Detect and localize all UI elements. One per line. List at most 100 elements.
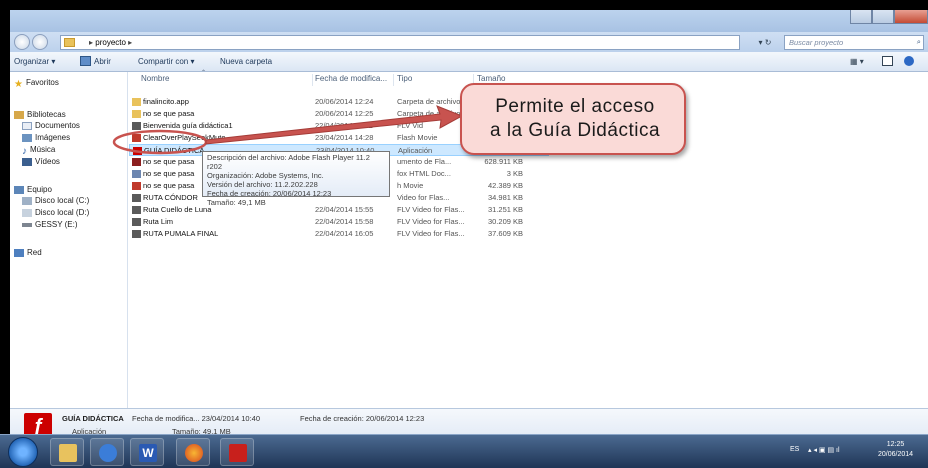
folder-icon bbox=[59, 444, 77, 462]
file-name: Bienvenida guía didáctica1 bbox=[143, 121, 233, 130]
taskbar-media[interactable] bbox=[90, 438, 124, 466]
column-size[interactable]: Tamaño bbox=[477, 74, 505, 83]
taskbar-word[interactable]: W bbox=[130, 438, 164, 466]
help-icon[interactable] bbox=[904, 56, 914, 66]
file-date: 20/06/2014 12:24 bbox=[315, 97, 374, 106]
file-date: 22/04/2014 11:12 bbox=[315, 121, 373, 130]
file-name: GUÍA DIDÁCTICA bbox=[144, 146, 205, 155]
file-size: 34.981 KB bbox=[487, 193, 523, 202]
address-row: ▸ proyecto ▸ ▾ ↻ Buscar proyecto ⌕ bbox=[10, 32, 928, 52]
open-button[interactable]: Abrir bbox=[94, 57, 111, 66]
nav-images[interactable]: Imágenes bbox=[22, 133, 70, 142]
file-type: Aplicación bbox=[398, 146, 433, 155]
file-size: 37.609 KB bbox=[487, 229, 523, 238]
nav-libraries[interactable]: Bibliotecas bbox=[14, 110, 66, 119]
nav-gessy[interactable]: GESSY (E:) bbox=[22, 220, 78, 229]
videos-icon bbox=[22, 157, 32, 166]
drive-icon bbox=[22, 196, 32, 205]
nav-label: Imágenes bbox=[35, 133, 71, 142]
file-type: fox HTML Doc... bbox=[397, 169, 451, 178]
nav-documents[interactable]: Documentos bbox=[22, 121, 80, 130]
start-button[interactable] bbox=[8, 437, 38, 467]
preview-pane-icon[interactable] bbox=[882, 56, 893, 66]
address-bar[interactable]: ▸ proyecto ▸ bbox=[60, 35, 740, 50]
file-row[interactable]: Ruta Lim 22/04/2014 15:58 FLV Video for Fl… bbox=[129, 216, 549, 228]
nav-videos[interactable]: Vídeos bbox=[22, 157, 60, 166]
search-input[interactable]: Buscar proyecto ⌕ bbox=[784, 35, 924, 50]
column-date[interactable]: Fecha de modifica... bbox=[315, 74, 387, 83]
language-indicator[interactable]: ES bbox=[790, 446, 799, 453]
nav-label: Bibliotecas bbox=[27, 110, 66, 119]
column-name[interactable]: Nombre bbox=[141, 74, 169, 83]
taskbar-acrobat[interactable] bbox=[220, 438, 254, 466]
callout-text: Permite el acceso a la Guía Didáctica bbox=[462, 95, 688, 143]
flash-movie-icon bbox=[132, 134, 141, 142]
file-size: 628.911 KB bbox=[484, 157, 523, 166]
minimize-button[interactable] bbox=[850, 10, 872, 24]
file-type: Flash Movie bbox=[397, 133, 438, 142]
organize-button[interactable]: Organizar ▾ bbox=[14, 57, 55, 66]
nav-favorites[interactable]: ★ Favoritos bbox=[14, 78, 59, 90]
nav-label: GESSY (E:) bbox=[35, 220, 78, 229]
file-row[interactable]: RUTA PUMALA FINAL 22/04/2014 16:05 FLV Vid… bbox=[129, 228, 549, 240]
close-button[interactable] bbox=[894, 10, 928, 24]
file-name: RUTA PUMALA FINAL bbox=[143, 229, 219, 238]
tooltip-size: Tamaño: 49,1 MB bbox=[207, 198, 266, 207]
video-file-icon bbox=[132, 218, 141, 226]
nav-computer[interactable]: Equipo bbox=[14, 185, 52, 194]
search-placeholder: Buscar proyecto bbox=[789, 38, 844, 47]
nav-label: Red bbox=[27, 248, 42, 257]
forward-button[interactable] bbox=[32, 34, 48, 50]
nav-disk-c[interactable]: Disco local (C:) bbox=[22, 196, 89, 205]
taskbar-firefox[interactable] bbox=[176, 438, 210, 466]
tooltip-description: Descripción del archivo: Adobe Flash Pla… bbox=[207, 153, 370, 171]
video-file-icon bbox=[132, 230, 141, 238]
file-type: umento de Fla... bbox=[397, 157, 452, 166]
command-bar: Organizar ▾ Abrir Compartir con ▾ Nueva … bbox=[10, 52, 928, 72]
nav-disk-d[interactable]: Disco local (D:) bbox=[22, 208, 89, 217]
explorer-window: ▸ proyecto ▸ ▾ ↻ Buscar proyecto ⌕ Organ… bbox=[10, 10, 928, 468]
word-icon: W bbox=[139, 444, 157, 462]
breadcrumb[interactable]: ▸ proyecto ▸ bbox=[89, 38, 132, 47]
tooltip-organization: Organización: Adobe Systems, Inc. bbox=[207, 171, 324, 180]
details-modified: Fecha de modifica... 23/04/2014 10:40 bbox=[132, 414, 261, 423]
flash-movie-icon bbox=[132, 182, 141, 190]
flash-doc-icon bbox=[132, 158, 141, 166]
clock[interactable]: 12:25 20/06/2014 bbox=[878, 440, 913, 460]
video-file-icon bbox=[132, 206, 141, 214]
file-name: ClearOverPlaySeekMute bbox=[143, 133, 226, 142]
details-created: Fecha de creación: 20/06/2014 12:23 bbox=[300, 414, 425, 423]
network-icon bbox=[14, 248, 24, 257]
file-type: h Movie bbox=[397, 181, 424, 190]
nav-network[interactable]: Red bbox=[14, 248, 42, 257]
details-name: GUÍA DIDÁCTICA bbox=[62, 414, 124, 423]
folder-icon bbox=[132, 110, 141, 118]
computer-icon bbox=[14, 185, 24, 194]
view-options-button[interactable]: ▦ ▾ bbox=[850, 57, 864, 66]
nav-music[interactable]: ♪ Música bbox=[22, 145, 55, 157]
tooltip-version: Versión del archivo: 11.2.202.228 bbox=[207, 180, 318, 189]
video-file-icon bbox=[132, 194, 141, 202]
taskbar-explorer[interactable] bbox=[50, 438, 84, 466]
file-size: 30.209 KB bbox=[487, 217, 523, 226]
refresh-button[interactable]: ▾ ↻ bbox=[750, 35, 780, 50]
clock-time: 12:25 bbox=[886, 441, 905, 448]
tray-icons[interactable]: ▴ ◂ ▣ ▤ ıl bbox=[808, 446, 840, 454]
share-button[interactable]: Compartir con ▾ bbox=[138, 57, 194, 66]
file-name: no se que pasa bbox=[143, 109, 195, 118]
maximize-button[interactable] bbox=[872, 10, 894, 24]
file-name: no se que pasa bbox=[143, 169, 195, 178]
back-button[interactable] bbox=[14, 34, 30, 50]
breadcrumb-item[interactable]: proyecto bbox=[95, 38, 126, 47]
star-icon: ★ bbox=[14, 78, 23, 90]
html-file-icon bbox=[132, 170, 141, 178]
file-name: no se que pasa bbox=[143, 157, 195, 166]
column-type[interactable]: Tipo bbox=[397, 74, 412, 83]
folder-icon bbox=[132, 98, 141, 106]
file-size: 42.389 KB bbox=[487, 181, 523, 190]
drive-icon bbox=[22, 208, 32, 217]
usb-drive-icon bbox=[22, 222, 32, 227]
video-file-icon bbox=[132, 122, 141, 130]
new-folder-button[interactable]: Nueva carpeta bbox=[220, 57, 272, 66]
nav-label: Equipo bbox=[27, 185, 52, 194]
